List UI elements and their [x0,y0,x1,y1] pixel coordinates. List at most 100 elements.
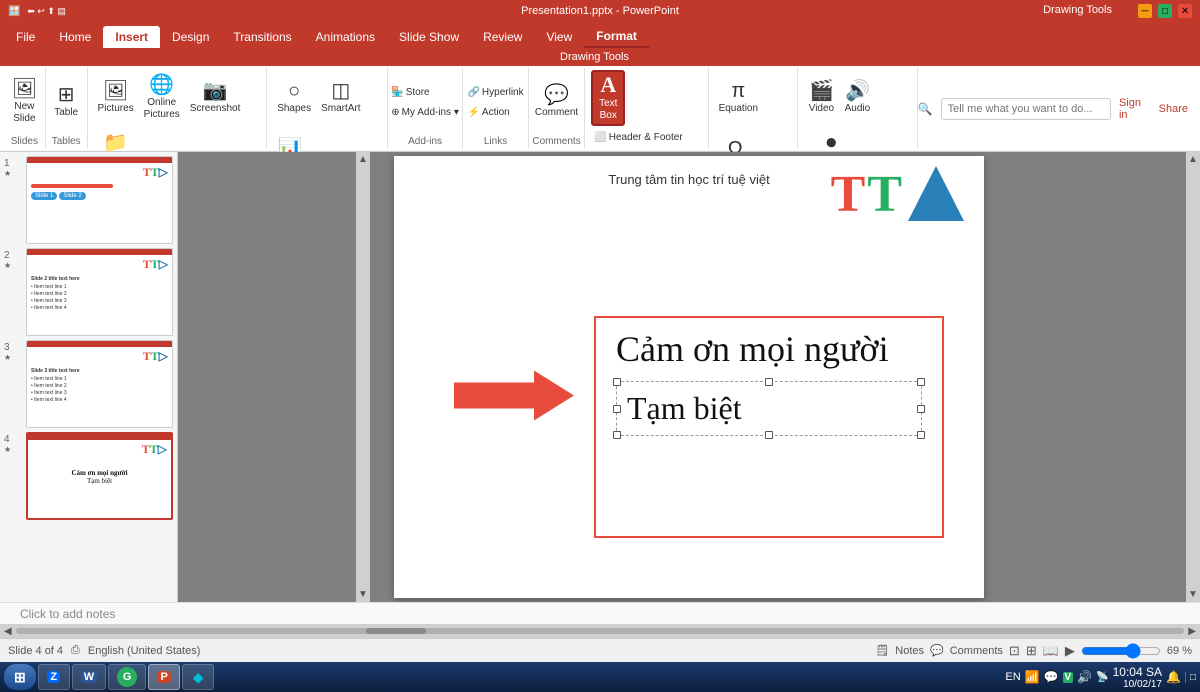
hyperlink-button[interactable]: 🔗 Hyperlink [464,83,526,101]
tables-group-label: Tables [52,134,81,147]
view-reading-icon[interactable]: 📖 [1043,643,1059,659]
volume-icon: 🔊 [1077,670,1092,684]
header-footer-icon: ⬜ [594,132,606,143]
scroll-right-icon[interactable]: ▶ [1188,626,1196,637]
action-icon: ⚡ [467,107,479,118]
maximize-button[interactable]: □ [1158,4,1172,18]
ribbon-group-illustrations: ○ Shapes ◫ SmartArt 📊 Chart Illustration… [267,68,388,149]
left-scroll: ▲ ▼ [356,152,370,602]
tab-slideshow[interactable]: Slide Show [387,26,471,48]
taskbar-green-app[interactable]: G [108,664,146,690]
view-slideshow-icon[interactable]: ▶ [1065,643,1075,659]
ribbon: 🖼 NewSlide Slides ⊞ Table Tables 🖼 Pictu… [0,66,1200,152]
action-button[interactable]: ⚡ Action [464,103,526,121]
word-icon: W [81,671,97,683]
accessibility-icon: ⎙ [71,644,80,657]
handle-bl [613,431,621,439]
right-scroll-up[interactable]: ▲ [1186,152,1200,167]
scroll-up-icon[interactable]: ▲ [356,152,370,167]
horizontal-scrollbar: ◀ ▶ [0,624,1200,638]
taskbar-diamond-app[interactable]: ◆ [182,664,214,690]
equation-button[interactable]: π Equation [715,70,762,126]
audio-button[interactable]: 🔊 Audio [840,70,874,126]
tab-view[interactable]: View [534,26,584,48]
textbox-button[interactable]: A TextBox [591,70,625,126]
start-button[interactable]: ⊞ [4,664,36,690]
header-footer-button[interactable]: ⬜ Header & Footer [591,128,685,146]
canvas-logo: T T [831,166,964,221]
right-scroll: ▲ ▼ [1186,152,1200,602]
slide-star-4: ★ [4,445,11,454]
taskbar-zalo[interactable]: Z [38,664,70,690]
right-scroll-down[interactable]: ▼ [1186,587,1200,602]
signin-link[interactable]: Sign in [1119,97,1151,121]
taskbar: ⊞ Z W G P ◆ EN 📶 💬 V 🔊 📡 10:04 SA 10/02/… [0,662,1200,692]
taskbar-word[interactable]: W [72,664,106,690]
scroll-down-icon[interactable]: ▼ [356,587,370,602]
textbox-icon: A [600,74,616,96]
screenshot-button[interactable]: 📷 Screenshot [186,70,245,126]
store-button[interactable]: 🏪 Store [388,83,462,101]
video-button[interactable]: 🎬 Video [804,70,838,126]
slide-thumb-2[interactable]: 2 ★ T T ▷ Slide 2 title text here • Item… [4,248,173,336]
new-slide-icon: 🖼 [12,79,37,99]
text-line1: Cảm ơn mọi người [596,318,942,375]
text-box-outer: Cảm ơn mọi người Tạm biệt [594,316,944,538]
slide-thumb-1[interactable]: 1 ★ T T ▷ Slide 1 Slide 2 [4,156,173,244]
taskbar-powerpoint[interactable]: P [148,664,180,690]
audio-icon: 🔊 [845,81,870,101]
tab-format[interactable]: Format [584,26,649,48]
table-icon: ⊞ [58,85,75,105]
slide-star-1: ★ [4,169,11,178]
minimize-button[interactable]: ─ [1138,4,1152,18]
zalo-icon: Z [47,671,60,683]
table-button[interactable]: ⊞ Table [49,74,83,130]
view-normal-icon[interactable]: ⊡ [1009,643,1020,659]
new-slide-button[interactable]: 🖼 NewSlide [7,74,41,130]
links-group-label: Links [484,134,507,147]
tab-insert[interactable]: Insert [103,26,160,48]
canvas-area: ▲ ▼ Trung tâm tin học trí tuệ việt T T C… [178,152,1200,602]
slide-canvas: Trung tâm tin học trí tuệ việt T T Cảm ơ… [394,156,984,598]
slide-thumb-3[interactable]: 3 ★ T T ▷ Slide 3 title text here • Item… [4,340,173,428]
handle-mr [917,405,925,413]
close-button[interactable]: ✕ [1178,4,1192,18]
shapes-button[interactable]: ○ Shapes [273,70,315,126]
smartart-button[interactable]: ◫ SmartArt [317,70,364,126]
tab-transitions[interactable]: Transitions [221,26,303,48]
search-input[interactable] [941,98,1111,120]
notes-label[interactable]: Notes [895,645,924,657]
main-area: 1 ★ T T ▷ Slide 1 Slide 2 [0,152,1200,602]
view-slide-sorter-icon[interactable]: ⊞ [1026,643,1037,659]
zoom-slider[interactable] [1081,643,1161,659]
slide-thumb-4[interactable]: 4 ★ T T ▷ Cảm ơn mọi người Tạm biệt [4,432,173,520]
handle-tr [917,378,925,386]
notification-icon[interactable]: 🔔 [1166,670,1181,684]
drawing-tools-bar: Drawing Tools [0,48,1200,66]
notes-bar[interactable]: Click to add notes [0,602,1200,624]
start-icon: ⊞ [14,669,26,686]
v-icon: V [1063,672,1074,683]
tab-animations[interactable]: Animations [304,26,387,48]
slide-num-1: 1 [4,156,24,169]
tab-design[interactable]: Design [160,26,221,48]
zoom-level: 69 % [1167,645,1192,657]
add-notes-text: Click to add notes [20,607,115,621]
ribbon-group-addins: 🏪 Store ⊕ My Add-ins ▾ Add-ins [388,68,463,149]
pictures-button[interactable]: 🖼 Pictures [94,70,138,126]
slide-image-3: T T ▷ Slide 3 title text here • Item tex… [26,340,173,428]
slide-panel: 1 ★ T T ▷ Slide 1 Slide 2 [0,152,178,602]
show-desktop-icon[interactable]: □ [1185,672,1196,683]
comment-button[interactable]: 💬 Comment [531,74,582,130]
store-icon: 🏪 [391,87,403,98]
title-bar: 🪟 ⬅ ↩ ⬆ ▤ Presentation1.pptx - PowerPoin… [0,0,1200,22]
my-addins-button[interactable]: ⊕ My Add-ins ▾ [388,103,462,121]
tab-file[interactable]: File [4,26,47,48]
tab-review[interactable]: Review [471,26,534,48]
tab-home[interactable]: Home [47,26,103,48]
share-button[interactable]: Share [1159,103,1188,115]
comments-label[interactable]: Comments [950,645,1003,657]
online-pictures-button[interactable]: 🌐 OnlinePictures [140,70,184,126]
taskbar-date: 10/02/17 [1113,679,1162,690]
scroll-left-icon[interactable]: ◀ [4,626,12,637]
